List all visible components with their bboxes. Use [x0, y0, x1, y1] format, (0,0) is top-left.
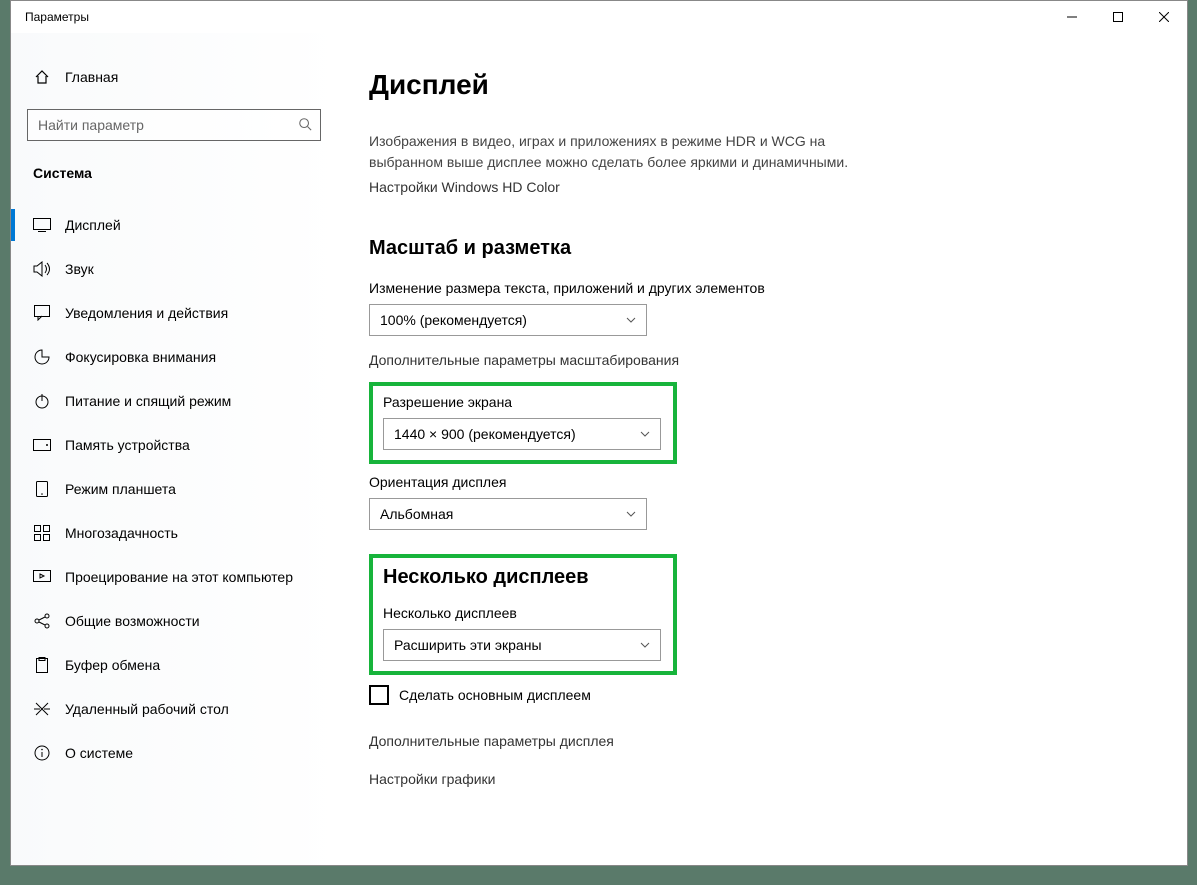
hdr-description: Изображения в видео, играх и приложениях… [369, 131, 889, 173]
scale-advanced-link[interactable]: Дополнительные параметры масштабирования [369, 352, 1147, 368]
chevron-down-icon [626, 509, 636, 519]
sound-icon [33, 260, 51, 278]
home-label: Главная [65, 69, 118, 85]
nav-item-shared[interactable]: Общие возможности [11, 599, 341, 643]
main-content: Дисплей Изображения в видео, играх и при… [341, 33, 1187, 865]
minimize-icon [1067, 12, 1077, 22]
nav-label: Питание и спящий режим [65, 393, 231, 409]
nav-label: Фокусировка внимания [65, 349, 216, 365]
nav-list: Дисплей Звук Уведомления и действия Фоку… [11, 203, 341, 775]
nav-label: О системе [65, 745, 133, 761]
nav-item-focus[interactable]: Фокусировка внимания [11, 335, 341, 379]
close-button[interactable] [1141, 1, 1187, 33]
scale-dropdown[interactable]: 100% (рекомендуется) [369, 304, 647, 336]
nav-item-storage[interactable]: Память устройства [11, 423, 341, 467]
shared-icon [33, 612, 51, 630]
multiple-displays-highlight: Несколько дисплеев Несколько дисплеев Ра… [369, 554, 677, 675]
nav-label: Дисплей [65, 217, 121, 233]
resolution-highlight: Разрешение экрана 1440 × 900 (рекомендуе… [369, 382, 677, 464]
chevron-down-icon [626, 315, 636, 325]
multi-dropdown[interactable]: Расширить эти экраны [383, 629, 661, 661]
project-icon [33, 568, 51, 586]
resolution-label: Разрешение экрана [383, 394, 663, 410]
nav-item-display[interactable]: Дисплей [11, 203, 341, 247]
window-title: Параметры [25, 10, 89, 24]
multi-value: Расширить эти экраны [394, 637, 542, 653]
search-input[interactable]: Найти параметр [27, 109, 321, 141]
home-icon [33, 69, 51, 85]
chevron-down-icon [640, 429, 650, 439]
notifications-icon [33, 304, 51, 322]
multitask-icon [33, 524, 51, 542]
nav-label: Режим планшета [65, 481, 176, 497]
nav-label: Буфер обмена [65, 657, 160, 673]
advanced-display-link[interactable]: Дополнительные параметры дисплея [369, 733, 1147, 749]
maximize-icon [1113, 12, 1123, 22]
scale-heading: Масштаб и разметка [369, 237, 1147, 260]
nav-label: Общие возможности [65, 613, 200, 629]
chevron-down-icon [640, 640, 650, 650]
nav-item-remote[interactable]: Удаленный рабочий стол [11, 687, 341, 731]
page-title: Дисплей [369, 69, 1147, 101]
search-placeholder: Найти параметр [38, 117, 298, 133]
graphics-settings-link[interactable]: Настройки графики [369, 771, 1147, 787]
settings-window: Параметры Главная Найти парамет [10, 0, 1188, 866]
remote-icon [33, 700, 51, 718]
close-icon [1159, 12, 1169, 22]
nav-item-multitask[interactable]: Многозадачность [11, 511, 341, 555]
nav-label: Многозадачность [65, 525, 178, 541]
display-icon [33, 216, 51, 234]
nav-item-notifications[interactable]: Уведомления и действия [11, 291, 341, 335]
titlebar: Параметры [11, 1, 1187, 33]
nav-item-project[interactable]: Проецирование на этот компьютер [11, 555, 341, 599]
nav-item-clipboard[interactable]: Буфер обмена [11, 643, 341, 687]
home-link[interactable]: Главная [11, 61, 341, 93]
orientation-label: Ориентация дисплея [369, 474, 1147, 490]
nav-label: Уведомления и действия [65, 305, 228, 321]
nav-label: Память устройства [65, 437, 190, 453]
search-icon [298, 117, 312, 134]
make-main-label: Сделать основным дисплеем [399, 687, 591, 703]
checkbox-box [369, 685, 389, 705]
nav-label: Звук [65, 261, 94, 277]
nav-item-power[interactable]: Питание и спящий режим [11, 379, 341, 423]
nav-label: Проецирование на этот компьютер [65, 569, 293, 585]
power-icon [33, 392, 51, 410]
clipboard-icon [33, 656, 51, 674]
nav-item-tablet[interactable]: Режим планшета [11, 467, 341, 511]
scale-value: 100% (рекомендуется) [380, 312, 527, 328]
storage-icon [33, 436, 51, 454]
sidebar: Главная Найти параметр Система Дисплей [11, 33, 341, 865]
orientation-dropdown[interactable]: Альбомная [369, 498, 647, 530]
orientation-value: Альбомная [380, 506, 453, 522]
window-controls [1049, 1, 1187, 33]
category-title: Система [11, 141, 341, 191]
hdr-settings-link[interactable]: Настройки Windows HD Color [369, 179, 1147, 195]
multi-heading: Несколько дисплеев [383, 566, 663, 589]
maximize-button[interactable] [1095, 1, 1141, 33]
about-icon [33, 744, 51, 762]
tablet-icon [33, 480, 51, 498]
resolution-dropdown[interactable]: 1440 × 900 (рекомендуется) [383, 418, 661, 450]
nav-item-about[interactable]: О системе [11, 731, 341, 775]
multi-label: Несколько дисплеев [383, 605, 663, 621]
focus-icon [33, 348, 51, 366]
nav-label: Удаленный рабочий стол [65, 701, 229, 717]
resolution-value: 1440 × 900 (рекомендуется) [394, 426, 576, 442]
make-main-checkbox[interactable]: Сделать основным дисплеем [369, 685, 1147, 705]
scale-label: Изменение размера текста, приложений и д… [369, 280, 1147, 296]
nav-item-sound[interactable]: Звук [11, 247, 341, 291]
minimize-button[interactable] [1049, 1, 1095, 33]
